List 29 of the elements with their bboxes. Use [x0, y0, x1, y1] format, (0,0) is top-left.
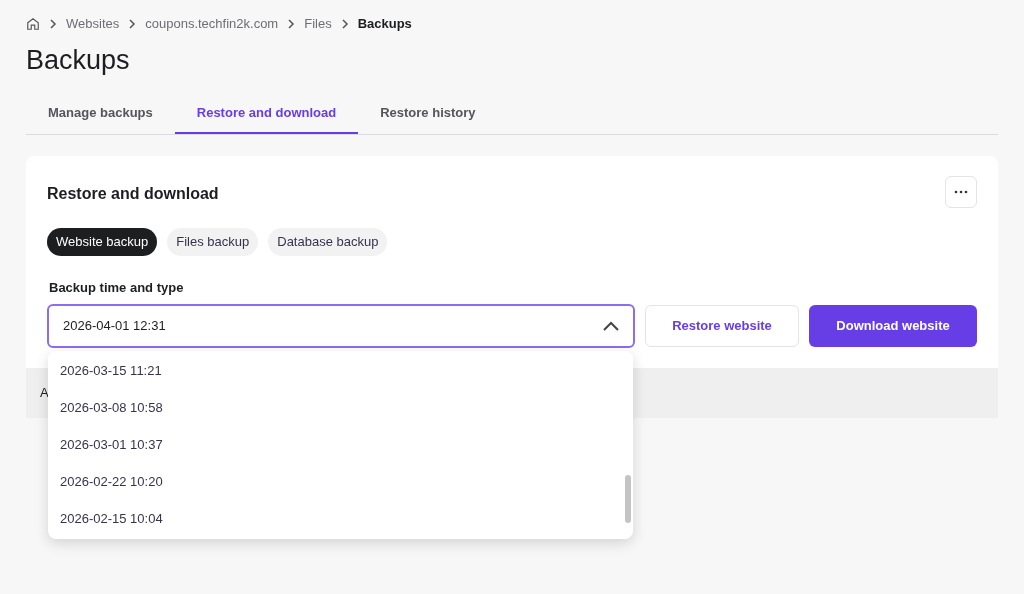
dropdown-option[interactable]: 2026-02-22 10:20 — [48, 463, 623, 501]
breadcrumb-link[interactable]: Files — [304, 13, 332, 34]
filter-chip[interactable]: Database backup — [268, 228, 388, 256]
backup-select[interactable]: 2026-04-01 12:31 — [47, 303, 635, 348]
chevron-icon — [48, 18, 58, 29]
card-title: Restore and download — [47, 184, 219, 204]
more-icon — [954, 190, 968, 194]
restore-button[interactable]: Restore website — [645, 304, 799, 347]
more-options-button[interactable] — [945, 176, 977, 208]
breadcrumb-link[interactable]: coupons.techfin2k.com — [145, 13, 279, 34]
filter-chip[interactable]: Files backup — [167, 228, 259, 256]
dropdown-option[interactable]: 2026-03-15 11:21 — [48, 352, 623, 390]
field-label: Backup time and type — [49, 279, 185, 297]
page-title: Backups — [25, 44, 131, 77]
breadcrumb-link[interactable]: Websites — [66, 13, 120, 34]
home-icon[interactable] — [26, 16, 40, 31]
chevron-icon — [286, 18, 297, 29]
dropdown-option[interactable]: 2026-02-15 10:04 — [48, 500, 623, 538]
dropdown-option[interactable]: 2026-03-01 10:37 — [48, 426, 623, 464]
tab[interactable]: Restore and download — [174, 94, 359, 134]
chevron-icon — [127, 18, 138, 29]
dropdown-option[interactable]: 2026-03-08 10:58 — [48, 389, 623, 427]
tab[interactable]: Manage backups — [26, 94, 175, 134]
caret-icon — [603, 320, 619, 331]
chevron-icon — [339, 18, 350, 29]
tab[interactable]: Restore history — [358, 94, 498, 134]
filter-chip[interactable]: Website backup — [47, 228, 158, 256]
download-button[interactable]: Download website — [809, 304, 977, 347]
notice-text: A — [40, 383, 49, 402]
